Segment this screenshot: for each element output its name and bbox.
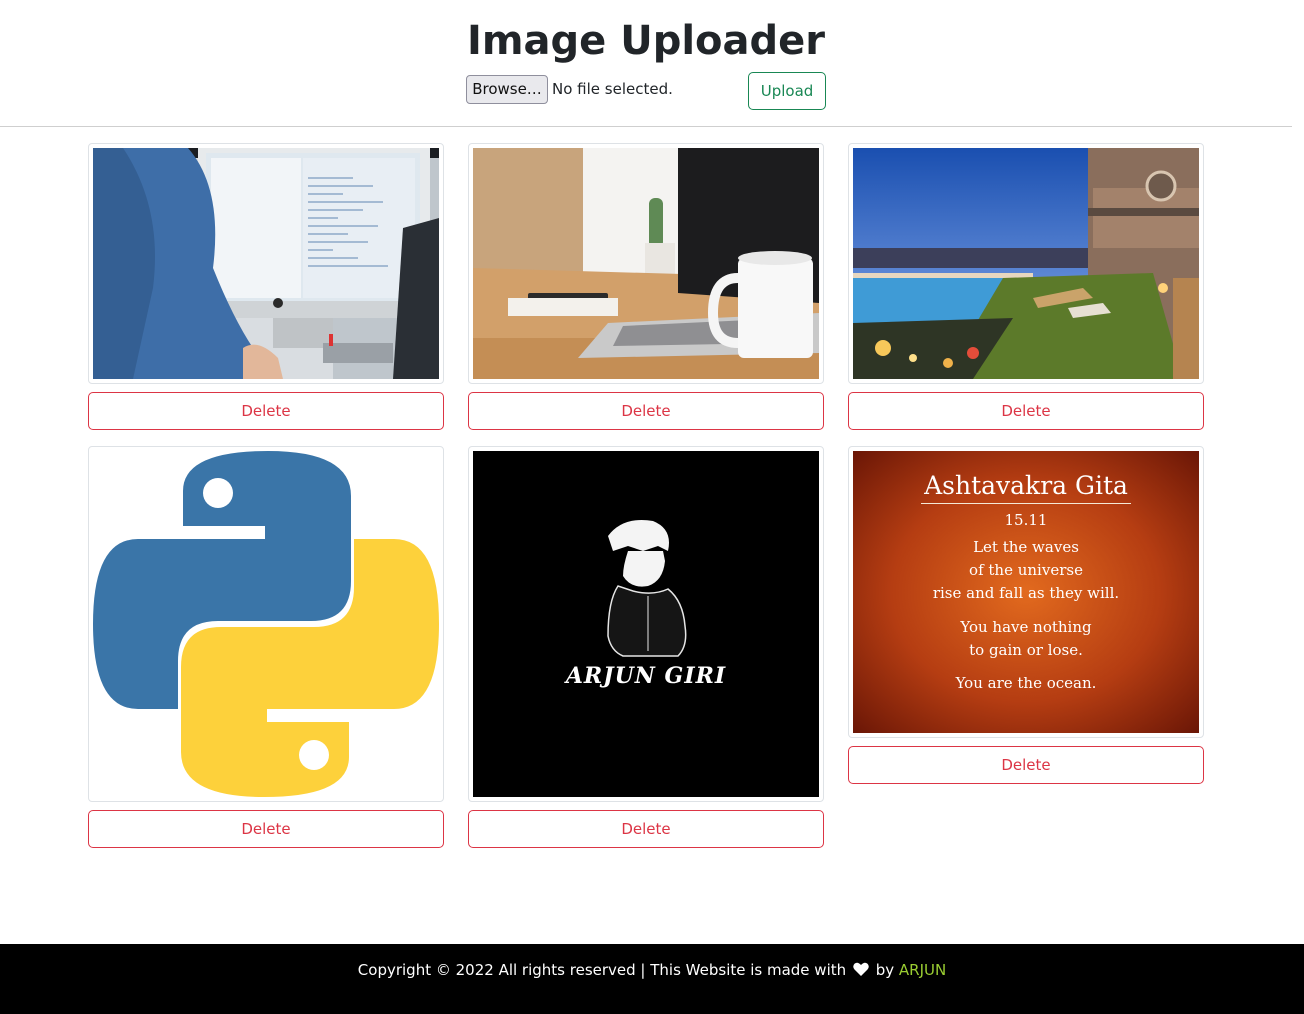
image-card-1 [88, 143, 444, 384]
avatar-caption: ARJUN GIRI [565, 663, 727, 689]
image-card-5: ARJUN GIRI [468, 446, 824, 802]
quote-line-2: of the universe [969, 561, 1083, 579]
desktop-computer-photo [93, 148, 439, 379]
page-title: Image Uploader [466, 18, 826, 64]
rooftop-pool-photo [853, 148, 1199, 379]
quote-underline [921, 503, 1131, 504]
footer-copyright-text: Copyright © 2022 All rights reserved | T… [357, 961, 847, 979]
quote-line-4: You have nothing [960, 618, 1092, 636]
quote-verse: 15.11 [1004, 511, 1048, 529]
quote-line-1: Let the waves [973, 538, 1079, 556]
quote-line-3: rise and fall as they will. [932, 584, 1120, 602]
delete-button-2[interactable]: Delete [468, 392, 824, 430]
page-header: Image Uploader Browse… No file selected.… [0, 0, 1292, 127]
ashtavakra-gita-quote-image: Ashtavakra Gita 15.11 Let the waves of t… [853, 451, 1199, 733]
python-logo [93, 451, 439, 797]
page-footer: Copyright © 2022 All rights reserved | T… [0, 944, 1304, 1014]
footer-by-text: by [875, 961, 895, 979]
browse-file-button[interactable]: Browse… [466, 75, 548, 104]
quote-line-5: to gain or lose. [969, 641, 1083, 659]
delete-button-5[interactable]: Delete [468, 810, 824, 848]
delete-button-3[interactable]: Delete [848, 392, 1204, 430]
upload-button[interactable]: Upload [748, 72, 826, 110]
laptop-mug-photo [473, 148, 819, 379]
delete-button-1[interactable]: Delete [88, 392, 444, 430]
image-card-4 [88, 446, 444, 802]
quote-line-6: You are the ocean. [955, 674, 1097, 692]
image-card-6: Ashtavakra Gita 15.11 Let the waves of t… [848, 446, 1204, 738]
quote-title: Ashtavakra Gita [924, 471, 1128, 500]
delete-button-4[interactable]: Delete [88, 810, 444, 848]
arjun-giri-avatar-logo: ARJUN GIRI [473, 451, 819, 797]
image-card-3 [848, 143, 1204, 384]
footer-author-link[interactable]: ARJUN [899, 961, 946, 979]
image-card-2 [468, 143, 824, 384]
heart-icon [853, 962, 869, 977]
delete-button-6[interactable]: Delete [848, 746, 1204, 784]
file-status-text: No file selected. [552, 80, 673, 98]
